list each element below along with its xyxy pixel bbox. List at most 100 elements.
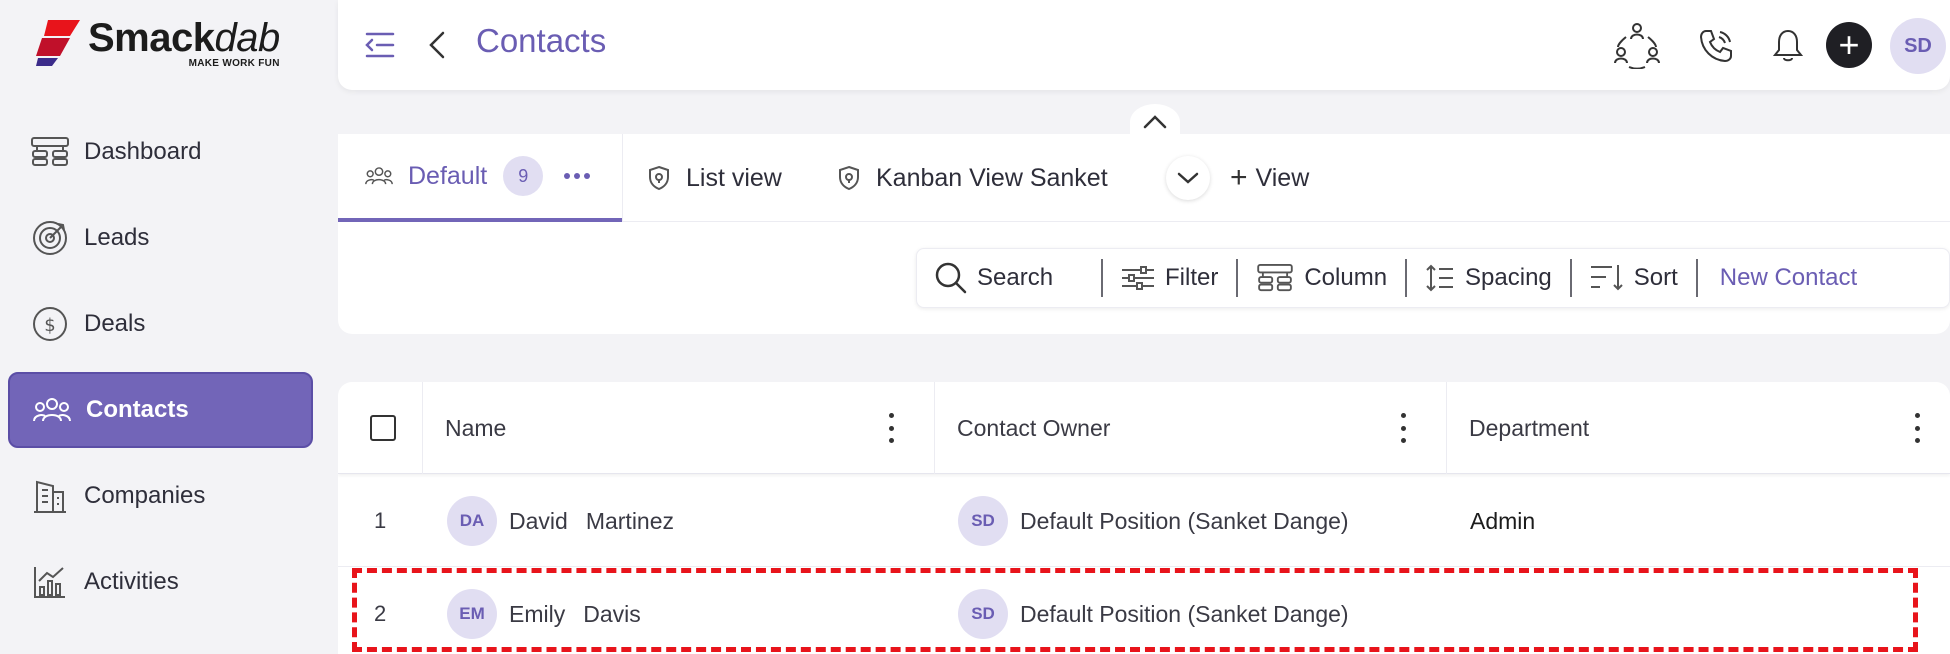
name-cell[interactable]: DA David Martinez — [447, 475, 674, 567]
chevron-down-icon — [1166, 156, 1210, 200]
dollar-icon: $ — [30, 304, 70, 344]
sort-label: Sort — [1633, 264, 1678, 291]
table-row[interactable]: 1 DA David Martinez SD Default Position … — [338, 475, 1950, 567]
dashboard-icon — [30, 132, 70, 172]
column-menu-icon[interactable] — [1400, 413, 1406, 443]
back-chevron-icon[interactable] — [422, 26, 452, 64]
spacing-label: Spacing — [1465, 264, 1552, 291]
plus-icon: + — [1230, 161, 1248, 194]
sidebar-item-label: Contacts — [86, 396, 189, 423]
contact-avatar: DA — [447, 496, 497, 546]
search-icon — [935, 262, 967, 294]
department-cell[interactable]: Admin — [1470, 475, 1535, 567]
chart-icon — [30, 562, 70, 602]
sidebar-nav: Dashboard Leads $ Deals Contacts Compani… — [8, 114, 313, 630]
first-name: David — [509, 507, 568, 534]
owner-name: Default Position (Sanket Dange) — [1020, 600, 1349, 627]
sidebar-item-label: Activities — [84, 568, 179, 595]
sidebar-item-dashboard[interactable]: Dashboard — [8, 114, 313, 190]
table-toolbar: Search Filter Column Spacing Sort New Co… — [916, 248, 1950, 308]
sort-icon — [1590, 265, 1623, 291]
sidebar-item-leads[interactable]: Leads — [8, 200, 313, 276]
toolbar-panel: Search Filter Column Spacing Sort New Co… — [338, 222, 1950, 334]
tab-default[interactable]: Default 9 — [338, 134, 622, 222]
filter-button[interactable]: Filter — [1103, 248, 1236, 308]
column-header-name[interactable]: Name — [423, 382, 935, 474]
chevron-up-icon — [1143, 115, 1167, 129]
column-menu-icon[interactable] — [1914, 413, 1920, 443]
sidebar-item-deals[interactable]: $ Deals — [8, 286, 313, 362]
plus-icon[interactable]: + — [1826, 22, 1872, 68]
add-view-button[interactable]: + View — [1230, 134, 1309, 222]
tab-label: List view — [686, 163, 782, 192]
sidebar-item-label: Companies — [84, 482, 206, 509]
column-header-department[interactable]: Department — [1447, 382, 1950, 474]
tab-kanban-view-sanket[interactable]: Kanban View Sanket — [838, 134, 1108, 222]
brand-logo[interactable]: Smackdab MAKE WORK FUN — [36, 16, 280, 69]
menu-collapse-icon[interactable] — [360, 26, 398, 64]
sidebar: Smackdab MAKE WORK FUN Dashboard Leads $… — [0, 0, 338, 654]
tab-label: Default — [408, 161, 488, 190]
row-index: 1 — [374, 508, 387, 533]
name-cell[interactable]: EM Emily Davis — [447, 568, 641, 654]
contact-avatar: EM — [447, 589, 497, 639]
contacts-table: Name Contact Owner Department 1 DA David… — [338, 382, 1950, 654]
column-header-contact-owner[interactable]: Contact Owner — [935, 382, 1447, 474]
column-button[interactable]: Column — [1238, 248, 1405, 308]
table-row[interactable]: 2 EM Emily Davis SD Default Position (Sa… — [338, 568, 1950, 654]
new-contact-button[interactable]: New Contact — [1698, 264, 1877, 292]
building-icon — [30, 476, 70, 516]
last-name: Davis — [583, 600, 641, 627]
top-header: Contacts + SD — [338, 0, 1950, 90]
column-menu-icon[interactable] — [888, 413, 894, 443]
tab-divider — [622, 134, 623, 222]
search-button[interactable]: Search — [917, 248, 1101, 308]
select-all-cell — [338, 382, 423, 474]
more-views-dropdown[interactable] — [1166, 134, 1210, 222]
tab-list-view[interactable]: List view — [648, 134, 782, 222]
department-value: Admin — [1470, 507, 1536, 534]
team-icon[interactable] — [1612, 20, 1662, 70]
sidebar-item-label: Deals — [84, 310, 146, 337]
target-icon — [30, 218, 70, 258]
tab-label: Kanban View Sanket — [876, 163, 1108, 192]
view-tabs: Default 9 List view Kanban View Sanket +… — [338, 134, 1950, 222]
spacing-button[interactable]: Spacing — [1407, 248, 1570, 308]
more-options-icon[interactable] — [563, 172, 591, 180]
user-avatar[interactable]: SD — [1890, 18, 1946, 74]
column-header-label: Department — [1469, 414, 1590, 441]
users-icon — [364, 165, 394, 187]
svg-text:$: $ — [44, 315, 55, 336]
owner-cell[interactable]: SD Default Position (Sanket Dange) — [958, 568, 1349, 654]
sidebar-item-label: Dashboard — [84, 138, 202, 165]
tab-label: View — [1255, 163, 1310, 192]
row-index: 2 — [374, 601, 387, 626]
bell-icon[interactable] — [1766, 24, 1810, 68]
sidebar-item-activities[interactable]: Activities — [8, 544, 313, 620]
table-header: Name Contact Owner Department — [338, 382, 1950, 474]
last-name: Martinez — [585, 507, 675, 534]
brand-name: Smackdab — [88, 16, 280, 60]
users-icon — [32, 390, 72, 430]
phone-icon[interactable] — [1694, 24, 1738, 68]
owner-cell[interactable]: SD Default Position (Sanket Dange) — [958, 475, 1349, 567]
shield-icon — [648, 165, 670, 191]
owner-name: Default Position (Sanket Dange) — [1020, 507, 1349, 534]
filter-icon — [1122, 266, 1154, 290]
sidebar-item-label: Leads — [84, 224, 150, 251]
shield-icon — [838, 165, 860, 191]
search-label: Search — [977, 264, 1054, 291]
column-header-label: Name — [445, 414, 507, 441]
sidebar-item-contacts[interactable]: Contacts — [8, 372, 313, 448]
select-all-checkbox[interactable] — [370, 415, 396, 441]
filter-label: Filter — [1165, 264, 1219, 291]
sidebar-item-companies[interactable]: Companies — [8, 458, 313, 534]
sort-button[interactable]: Sort — [1572, 248, 1696, 308]
owner-avatar: SD — [958, 496, 1008, 546]
smackdab-logo-icon — [36, 20, 80, 66]
column-label: Column — [1304, 264, 1388, 291]
column-icon — [1257, 264, 1294, 292]
owner-avatar: SD — [958, 589, 1008, 639]
first-name: Emily — [509, 600, 566, 627]
page-title: Contacts — [476, 22, 607, 59]
